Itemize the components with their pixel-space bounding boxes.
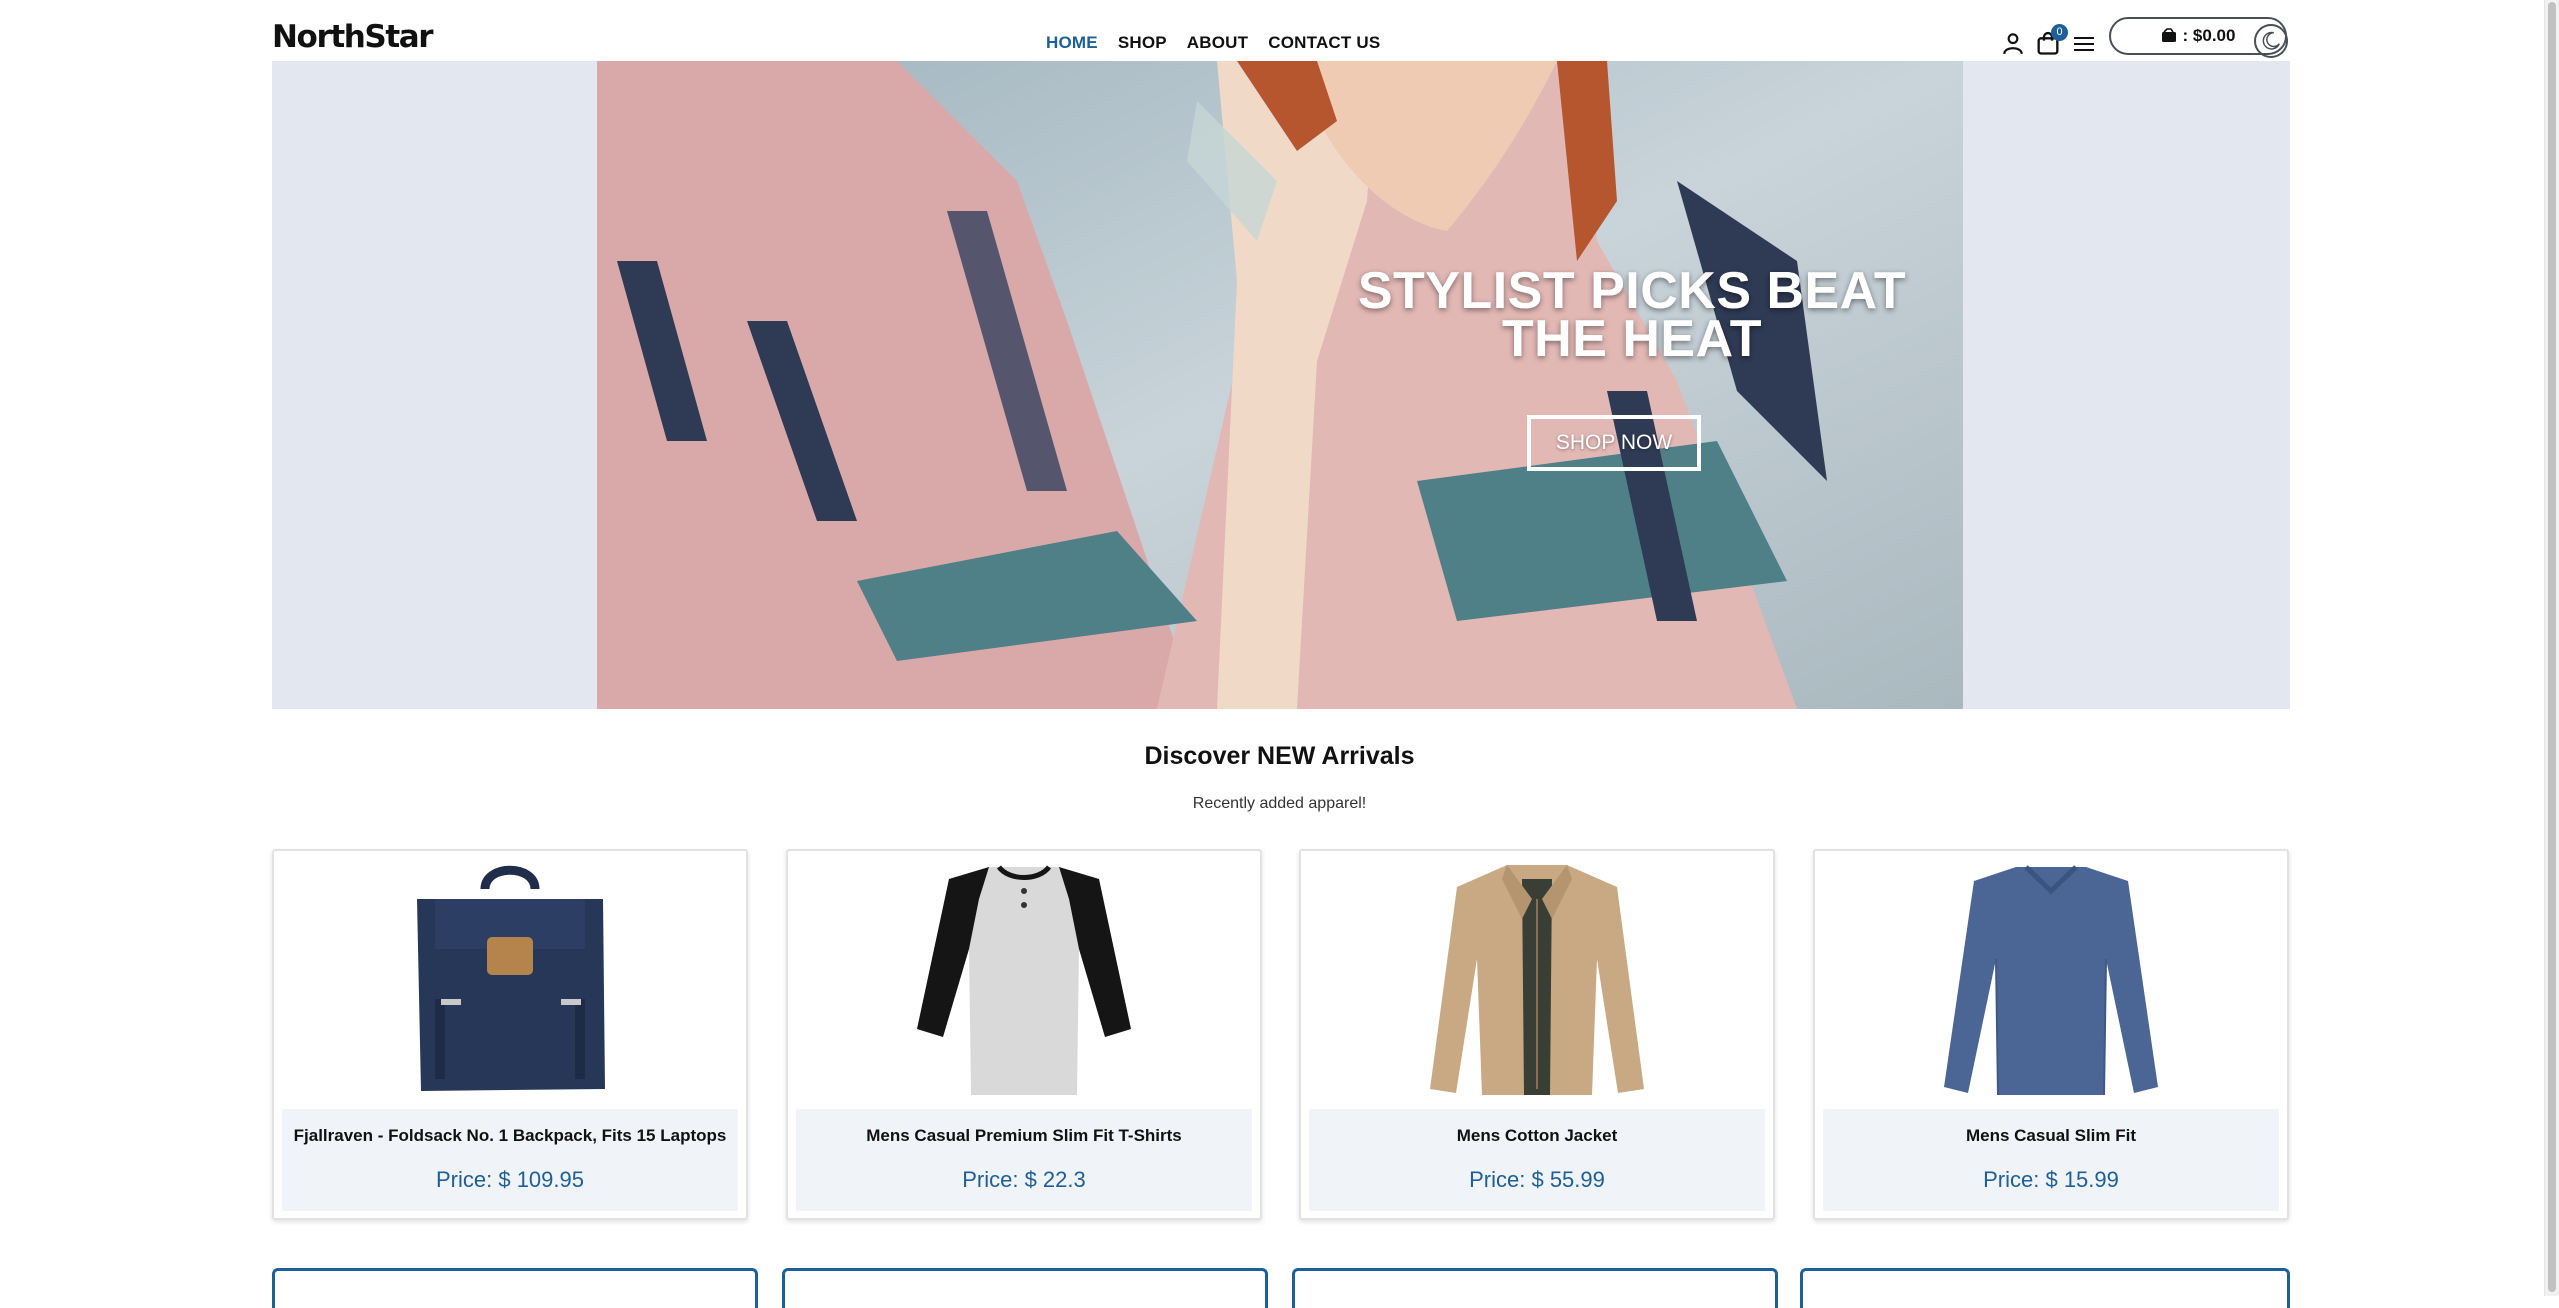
menu-icon[interactable]: [2072, 33, 2096, 55]
wallet-icon: [2161, 28, 2176, 42]
product-price: Price: $ 109.95: [436, 1167, 584, 1192]
product-info: Mens Casual Slim Fit Price: $ 15.99: [1823, 1109, 2279, 1211]
site-header: NorthStar HOME SHOP ABOUT CONTACT US 0 :…: [272, 0, 2290, 61]
product-card[interactable]: Fjallraven - Foldsack No. 1 Backpack, Fi…: [272, 849, 748, 1220]
site-logo[interactable]: NorthStar: [272, 19, 434, 55]
hero-image: [597, 61, 1963, 709]
nav-about[interactable]: ABOUT: [1187, 33, 1248, 53]
product-image-backpack[interactable]: [274, 859, 746, 1101]
product-image-tshirt[interactable]: [788, 859, 1260, 1101]
product-name[interactable]: Mens Casual Premium Slim Fit T-Shirts: [796, 1126, 1252, 1146]
main-nav: HOME SHOP ABOUT CONTACT US: [1046, 33, 1380, 53]
product-info: Mens Cotton Jacket Price: $ 55.99: [1309, 1109, 1765, 1211]
product-name[interactable]: Fjallraven - Foldsack No. 1 Backpack, Fi…: [282, 1126, 738, 1146]
product-price: Price: $ 55.99: [1469, 1167, 1605, 1192]
hero-title: STYLIST PICKS BEAT THE HEAT: [1357, 262, 1907, 368]
theme-toggle-button[interactable]: [2254, 24, 2288, 58]
product-card-partial[interactable]: [782, 1268, 1268, 1308]
nav-contact-us[interactable]: CONTACT US: [1268, 33, 1380, 53]
page-scrollbar[interactable]: [2544, 0, 2559, 1296]
product-image-jacket[interactable]: [1301, 859, 1773, 1101]
jacket-image: [1430, 865, 1644, 1095]
product-card[interactable]: Mens Casual Slim Fit Price: $ 15.99: [1813, 849, 2289, 1220]
backpack-image: [417, 865, 605, 1091]
product-price: Price: $ 15.99: [1983, 1167, 2119, 1192]
arrivals-subtitle: Recently added apparel!: [1192, 795, 1367, 812]
product-card-partial[interactable]: [272, 1268, 758, 1308]
cart-total-label: : $0.00: [2182, 26, 2236, 45]
product-card[interactable]: Mens Cotton Jacket Price: $ 55.99: [1299, 849, 1775, 1220]
nav-home[interactable]: HOME: [1046, 33, 1098, 53]
product-price: Price: $ 22.3: [962, 1167, 1086, 1192]
product-grid: Fjallraven - Foldsack No. 1 Backpack, Fi…: [272, 849, 2290, 1220]
product-info: Fjallraven - Foldsack No. 1 Backpack, Fi…: [282, 1109, 738, 1211]
tshirt-image: [917, 865, 1131, 1095]
product-card-partial[interactable]: [1800, 1268, 2290, 1308]
moon-icon: [2262, 31, 2280, 50]
product-name[interactable]: Mens Casual Slim Fit: [1823, 1126, 2279, 1146]
cart-count-badge: 0: [2051, 24, 2068, 41]
scrollbar-thumb[interactable]: [2548, 2, 2556, 1292]
product-info: Mens Casual Premium Slim Fit T-Shirts Pr…: [796, 1109, 1252, 1211]
hero-banner: STYLIST PICKS BEAT THE HEAT SHOP NOW: [272, 61, 2290, 709]
product-card[interactable]: Mens Casual Premium Slim Fit T-Shirts Pr…: [786, 849, 1262, 1220]
product-name[interactable]: Mens Cotton Jacket: [1309, 1126, 1765, 1146]
nav-shop[interactable]: SHOP: [1118, 33, 1167, 53]
product-card-partial[interactable]: [1292, 1268, 1778, 1308]
long-sleeve-shirt-image: [1944, 865, 2158, 1096]
shop-now-button[interactable]: SHOP NOW: [1527, 415, 1701, 471]
arrivals-title: Discover NEW Arrivals: [1144, 742, 1415, 770]
user-icon[interactable]: [2000, 30, 2026, 56]
product-image-slim-fit-shirt[interactable]: [1815, 859, 2287, 1101]
